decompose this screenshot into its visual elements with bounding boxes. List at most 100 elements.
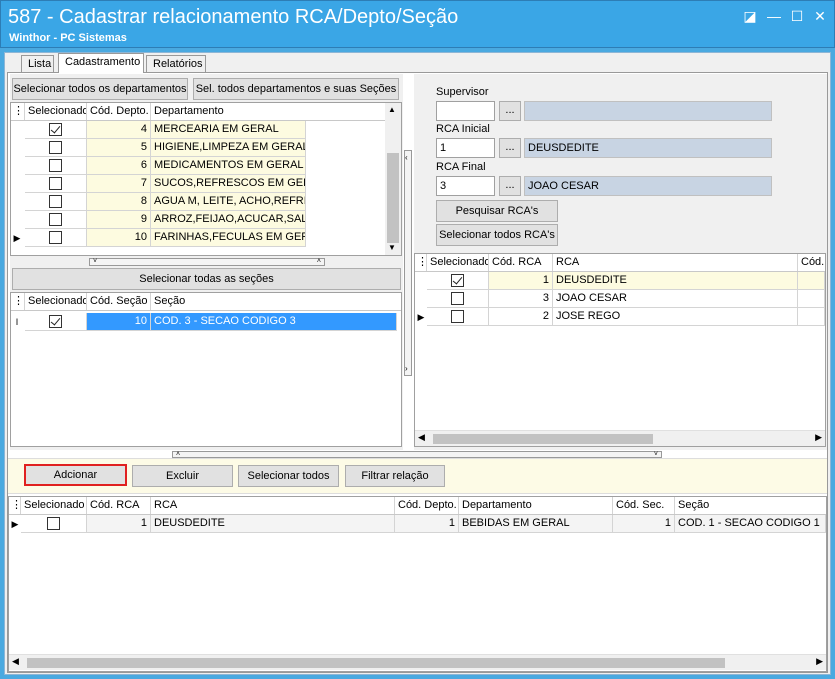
table-row[interactable]: 9 ARROZ,FEIJAO,ACUCAR,SAL [11,211,385,229]
column-header[interactable]: Cód. RCA [87,497,151,514]
scroll-thumb[interactable] [387,153,399,243]
rca-hscrollbar[interactable]: ◀ ▶ [415,430,825,446]
column-header[interactable]: Cód. RCA [489,254,553,271]
close-button[interactable]: ✕ [811,8,829,24]
departments-scrollbar[interactable]: ▲ ▼ [385,103,401,255]
checkbox[interactable] [451,274,464,287]
rca-inicial-lookup-button[interactable]: ... [499,138,521,158]
sections-grid[interactable]: ⋮ Selecionado Cód. Seção Seção I 10 COD. 3… [10,292,402,447]
selected-cell[interactable] [427,308,489,326]
selected-cell[interactable] [25,121,87,139]
column-header[interactable]: Departamento [459,497,613,514]
column-header[interactable]: RCA [151,497,395,514]
delete-button[interactable]: Excluir [132,465,233,487]
rca-name-cell: JOSE REGO [553,308,798,326]
row-indicator-icon [11,157,23,175]
maximize-button[interactable]: ☐ [788,8,806,24]
rca-inicial-input[interactable]: 1 [436,138,495,158]
restore-icon[interactable]: ◪ [741,8,759,24]
checkbox[interactable] [49,177,62,190]
column-header[interactable]: Cód. Sec. [613,497,675,514]
column-header[interactable]: Seção [151,293,397,310]
supervisor-lookup-button[interactable]: ... [499,101,521,121]
scroll-left-icon[interactable]: ◀ [418,432,425,443]
column-chooser-icon[interactable]: ⋮ [9,497,21,514]
selected-cell[interactable] [25,313,87,331]
selected-cell[interactable] [25,193,87,211]
filter-button[interactable]: Filtrar relação [345,465,445,487]
scroll-right-icon[interactable]: ▶ [816,656,823,667]
horizontal-splitter[interactable]: ˅ ˄ [89,258,325,266]
column-header[interactable]: Seção [675,497,825,514]
column-header[interactable]: RCA [553,254,798,271]
scroll-up-icon[interactable]: ▲ [388,105,396,114]
column-chooser-icon[interactable]: ⋮ [415,254,427,271]
bottom-splitter[interactable]: ˄ ˅ [172,451,662,458]
column-header[interactable]: Cód. Seção [87,293,151,310]
selected-cell[interactable] [25,175,87,193]
scroll-right-icon[interactable]: ▶ [815,432,822,443]
selected-cell[interactable] [427,290,489,308]
table-row[interactable]: ▶ 10 FARINHAS,FECULAS EM GERAL [11,229,385,247]
column-header[interactable]: Selecionado [25,103,87,120]
select-all-departments-sections-button[interactable]: Sel. todos departamentos e suas Seções [193,78,399,100]
column-header[interactable]: Cód. Depto. [87,103,151,120]
selected-cell[interactable] [21,515,87,533]
scroll-down-icon[interactable]: ▼ [388,243,396,252]
checkbox[interactable] [451,310,464,323]
table-row[interactable]: 6 MEDICAMENTOS EM GERAL [11,157,385,175]
selected-cell[interactable] [25,157,87,175]
column-header[interactable]: Cód. Depto. [395,497,459,514]
table-row[interactable]: 1 DEUSDEDITE [415,272,825,290]
checkbox[interactable] [49,213,62,226]
scroll-left-icon[interactable]: ◀ [12,656,19,667]
tab-cadastramento[interactable]: Cadastramento [58,53,144,73]
column-chooser-icon[interactable]: ⋮ [11,103,25,120]
select-all-rca-button[interactable]: Selecionar todos RCA's [436,224,558,246]
scroll-thumb[interactable] [433,434,653,444]
select-all-sections-button[interactable]: Selecionar todas as seções [12,268,401,290]
scroll-thumb[interactable] [27,658,725,668]
add-button[interactable]: Adcionar [24,464,127,486]
rca-grid[interactable]: ⋮ Selecionado Cód. RCA RCA Cód. 1 DEUSDED… [414,253,826,447]
search-rca-button[interactable]: Pesquisar RCA's [436,200,558,222]
table-row[interactable]: I 10 COD. 3 - SECAO CODIGO 3 [11,313,397,331]
rca-final-lookup-button[interactable]: ... [499,176,521,196]
checkbox[interactable] [451,292,464,305]
selected-cell[interactable] [25,139,87,157]
result-grid[interactable]: ⋮ Selecionado Cód. RCA RCA Cód. Depto. D… [8,496,827,672]
table-row[interactable]: 5 HIGIENE,LIMPEZA EM GERAL [11,139,385,157]
tab-relatorios[interactable]: Relatórios [146,55,206,73]
tab-lista[interactable]: Lista [21,55,54,73]
column-header[interactable]: Selecionado [25,293,87,310]
supervisor-input[interactable] [436,101,495,121]
column-header[interactable]: Cód. [798,254,825,271]
checkbox[interactable] [49,315,62,328]
table-row[interactable]: 8 AGUA M, LEITE, ACHO,REFRI [11,193,385,211]
select-all-button[interactable]: Selecionar todos [238,465,339,487]
vertical-splitter[interactable]: ‹ › [404,150,412,376]
column-header[interactable]: Departamento [151,103,306,120]
checkbox[interactable] [49,195,62,208]
checkbox[interactable] [47,517,60,530]
table-row[interactable]: ▶ 1 DEUSDEDITE 1 BEBIDAS EM GERAL 1 COD. 1 - S… [9,515,826,533]
checkbox[interactable] [49,141,62,154]
departments-grid[interactable]: ⋮ Selecionado Cód. Depto. Departamento 4… [10,102,402,256]
column-header[interactable]: Selecionado [427,254,489,271]
result-hscrollbar[interactable]: ◀ ▶ [9,654,826,670]
column-header[interactable]: Selecionado [21,497,87,514]
checkbox[interactable] [49,123,62,136]
select-all-departments-button[interactable]: Selecionar todos os departamentos [12,78,188,100]
column-chooser-icon[interactable]: ⋮ [11,293,25,310]
selected-cell[interactable] [25,229,87,247]
table-row[interactable]: 7SUCOS,REFRESCOS EM GERAL [11,175,385,193]
checkbox[interactable] [49,231,62,244]
selected-cell[interactable] [25,211,87,229]
checkbox[interactable] [49,159,62,172]
table-row[interactable]: ▶ 2 JOSE REGO [415,308,825,326]
minimize-button[interactable]: — [765,8,783,24]
table-row[interactable]: 4 MERCEARIA EM GERAL [11,121,385,139]
rca-final-input[interactable]: 3 [436,176,495,196]
selected-cell[interactable] [427,272,489,290]
table-row[interactable]: 3 JOAO CESAR [415,290,825,308]
